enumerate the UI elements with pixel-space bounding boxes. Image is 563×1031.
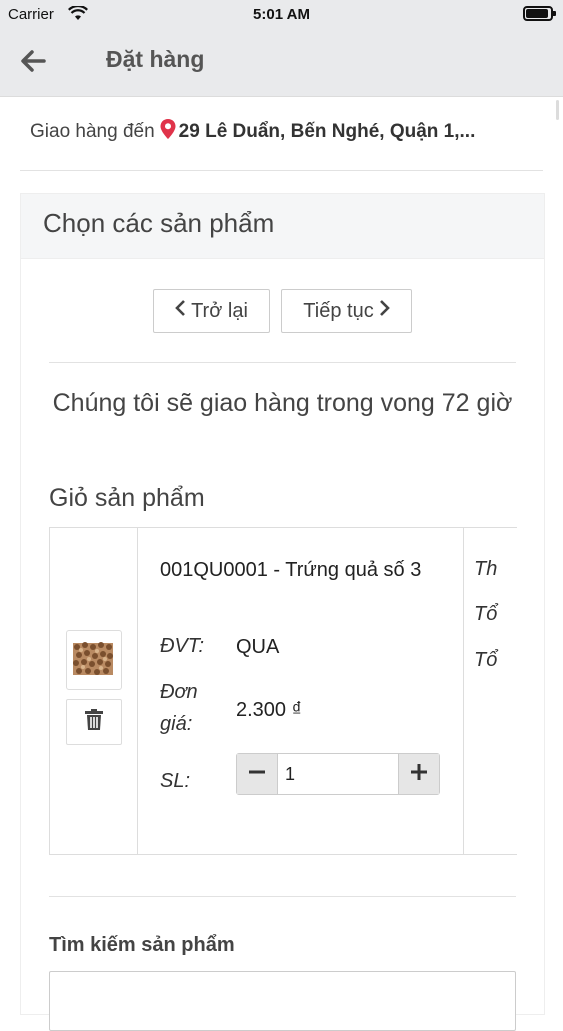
- increase-quantity-button[interactable]: [398, 754, 439, 794]
- plus-icon: [410, 763, 428, 786]
- delivery-notice: Chúng tôi sẽ giao hàng trong vong 72 giờ: [52, 389, 513, 417]
- quantity-input[interactable]: 1: [285, 764, 295, 785]
- delivery-address-row[interactable]: Giao hàng đến 29 Lê Duẩn, Bến Nghé, Quận …: [30, 118, 545, 146]
- cart-title: Giỏ sản phẩm: [49, 484, 205, 512]
- panel-header: Chọn các sản phẩm: [21, 194, 544, 259]
- status-bar: Carrier 5:01 AM: [0, 0, 563, 28]
- quantity-label: SL:: [160, 770, 191, 792]
- totals-label-3: Tổ: [474, 649, 498, 671]
- divider: [49, 362, 516, 363]
- next-button[interactable]: Tiếp tục: [281, 289, 412, 333]
- battery-icon: [523, 6, 556, 21]
- cart-item-details-cell: 001QU0001 - Trứng quả số 3 ĐVT: QUA Đơn …: [138, 528, 464, 854]
- cart-item-totals-cell: Th Tổ Tổ: [464, 528, 517, 854]
- search-label: Tìm kiếm sản phẩm: [49, 934, 235, 956]
- decrease-quantity-button[interactable]: [237, 754, 278, 794]
- delete-item-button[interactable]: [66, 699, 122, 745]
- trash-icon: [84, 708, 104, 736]
- price-value: 2.300 ₫: [236, 699, 302, 721]
- next-button-label: Tiếp tục: [303, 299, 374, 322]
- totals-label-1: Th: [474, 558, 498, 580]
- unit-value: QUA: [236, 636, 280, 658]
- delivery-address: 29 Lê Duẩn, Bến Nghé, Quận 1,...: [178, 121, 476, 142]
- delivery-label: Giao hàng đến: [30, 121, 155, 142]
- chevron-right-icon: [378, 299, 390, 323]
- minus-icon: [248, 763, 266, 786]
- panel-title: Chọn các sản phẩm: [43, 208, 275, 238]
- cart-table: 001QU0001 - Trứng quả số 3 ĐVT: QUA Đơn …: [49, 527, 517, 855]
- chevron-left-icon: [175, 299, 187, 323]
- divider: [49, 896, 516, 897]
- unit-label: ĐVT:: [160, 635, 205, 657]
- clock: 5:01 AM: [253, 6, 310, 23]
- product-name: 001QU0001 - Trứng quả số 3: [160, 559, 422, 581]
- back-button-label: Trở lại: [191, 299, 248, 322]
- page-title: Đặt hàng: [106, 46, 205, 72]
- quantity-stepper: 1: [236, 753, 440, 795]
- product-thumbnail[interactable]: [66, 630, 122, 690]
- back-arrow-icon[interactable]: [18, 46, 50, 78]
- back-button[interactable]: Trở lại: [153, 289, 270, 333]
- price-label: Đơn giá:: [160, 681, 198, 735]
- scroll-indicator[interactable]: [556, 100, 559, 120]
- product-selection-panel: Chọn các sản phẩm Trở lại Tiếp tục Chúng…: [20, 193, 545, 1031]
- product-search-input[interactable]: [49, 971, 516, 1031]
- cart-item-actions-cell: [50, 528, 138, 854]
- totals-label-2: Tổ: [474, 603, 498, 625]
- divider: [20, 170, 543, 171]
- location-pin-icon: [159, 118, 177, 146]
- nav-bar: Đặt hàng: [0, 28, 563, 97]
